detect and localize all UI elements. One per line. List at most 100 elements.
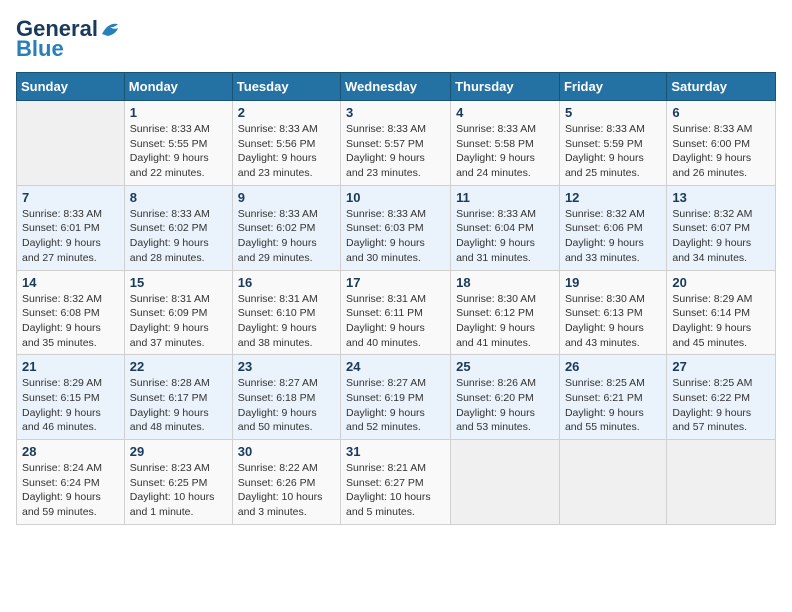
day-info: Sunrise: 8:21 AMSunset: 6:27 PMDaylight:… bbox=[346, 461, 445, 520]
day-number: 3 bbox=[346, 105, 445, 120]
calendar-cell: 2 Sunrise: 8:33 AMSunset: 5:56 PMDaylight… bbox=[232, 101, 340, 186]
calendar-cell: 6Sunrise: 8:33 AMSunset: 6:00 PMDaylight… bbox=[667, 101, 776, 186]
logo-blue: Blue bbox=[16, 36, 64, 62]
calendar-cell: 15Sunrise: 8:31 AMSunset: 6:09 PMDayligh… bbox=[124, 270, 232, 355]
day-number: 8 bbox=[130, 190, 227, 205]
day-info: Sunrise: 8:31 AMSunset: 6:10 PMDaylight:… bbox=[238, 292, 335, 351]
calendar-week-row: 7 Sunrise: 8:33 AMSunset: 6:01 PMDaylight… bbox=[17, 185, 776, 270]
calendar-cell: 21 Sunrise: 8:29 AMSunset: 6:15 PMDayligh… bbox=[17, 355, 125, 440]
calendar-cell: 17Sunrise: 8:31 AMSunset: 6:11 PMDayligh… bbox=[341, 270, 451, 355]
day-number: 28 bbox=[22, 444, 119, 459]
calendar-cell: 23Sunrise: 8:27 AMSunset: 6:18 PMDayligh… bbox=[232, 355, 340, 440]
day-number: 11 bbox=[456, 190, 554, 205]
calendar-cell: 30 Sunrise: 8:22 AMSunset: 6:26 PMDayligh… bbox=[232, 440, 340, 525]
calendar-cell: 10 Sunrise: 8:33 AMSunset: 6:03 PMDayligh… bbox=[341, 185, 451, 270]
calendar-cell: 13Sunrise: 8:32 AMSunset: 6:07 PMDayligh… bbox=[667, 185, 776, 270]
day-number: 10 bbox=[346, 190, 445, 205]
day-number: 16 bbox=[238, 275, 335, 290]
day-info: Sunrise: 8:28 AMSunset: 6:17 PMDaylight:… bbox=[130, 376, 227, 435]
weekday-header-wednesday: Wednesday bbox=[341, 73, 451, 101]
day-info: Sunrise: 8:30 AMSunset: 6:13 PMDaylight:… bbox=[565, 292, 661, 351]
day-number: 25 bbox=[456, 359, 554, 374]
day-info: Sunrise: 8:26 AMSunset: 6:20 PMDaylight:… bbox=[456, 376, 554, 435]
day-info: Sunrise: 8:27 AMSunset: 6:18 PMDaylight:… bbox=[238, 376, 335, 435]
calendar-cell bbox=[667, 440, 776, 525]
day-number: 9 bbox=[238, 190, 335, 205]
calendar-cell: 16 Sunrise: 8:31 AMSunset: 6:10 PMDayligh… bbox=[232, 270, 340, 355]
day-info: Sunrise: 8:31 AMSunset: 6:09 PMDaylight:… bbox=[130, 292, 227, 351]
day-number: 7 bbox=[22, 190, 119, 205]
day-info: Sunrise: 8:31 AMSunset: 6:11 PMDaylight:… bbox=[346, 292, 445, 351]
calendar-cell: 8 Sunrise: 8:33 AMSunset: 6:02 PMDaylight… bbox=[124, 185, 232, 270]
day-info: Sunrise: 8:24 AMSunset: 6:24 PMDaylight:… bbox=[22, 461, 119, 520]
calendar-cell: 28 Sunrise: 8:24 AMSunset: 6:24 PMDayligh… bbox=[17, 440, 125, 525]
logo-bird-icon bbox=[100, 20, 122, 38]
weekday-header-saturday: Saturday bbox=[667, 73, 776, 101]
calendar-week-row: 1Sunrise: 8:33 AMSunset: 5:55 PMDaylight… bbox=[17, 101, 776, 186]
day-info: Sunrise: 8:33 AMSunset: 6:02 PMDaylight:… bbox=[238, 207, 335, 266]
day-number: 4 bbox=[456, 105, 554, 120]
day-info: Sunrise: 8:33 AMSunset: 6:04 PMDaylight:… bbox=[456, 207, 554, 266]
calendar-cell: 31 Sunrise: 8:21 AMSunset: 6:27 PMDayligh… bbox=[341, 440, 451, 525]
calendar-week-row: 21 Sunrise: 8:29 AMSunset: 6:15 PMDayligh… bbox=[17, 355, 776, 440]
day-info: Sunrise: 8:33 AMSunset: 6:03 PMDaylight:… bbox=[346, 207, 445, 266]
calendar-cell bbox=[17, 101, 125, 186]
calendar-cell: 11 Sunrise: 8:33 AMSunset: 6:04 PMDayligh… bbox=[451, 185, 560, 270]
calendar-cell: 14 Sunrise: 8:32 AMSunset: 6:08 PMDayligh… bbox=[17, 270, 125, 355]
day-number: 30 bbox=[238, 444, 335, 459]
day-number: 29 bbox=[130, 444, 227, 459]
day-number: 27 bbox=[672, 359, 770, 374]
day-info: Sunrise: 8:32 AMSunset: 6:08 PMDaylight:… bbox=[22, 292, 119, 351]
day-info: Sunrise: 8:22 AMSunset: 6:26 PMDaylight:… bbox=[238, 461, 335, 520]
day-number: 26 bbox=[565, 359, 661, 374]
day-number: 13 bbox=[672, 190, 770, 205]
weekday-header-thursday: Thursday bbox=[451, 73, 560, 101]
weekday-header-sunday: Sunday bbox=[17, 73, 125, 101]
calendar-cell: 12 Sunrise: 8:32 AMSunset: 6:06 PMDayligh… bbox=[559, 185, 666, 270]
calendar-cell: 9 Sunrise: 8:33 AMSunset: 6:02 PMDaylight… bbox=[232, 185, 340, 270]
calendar-cell: 20Sunrise: 8:29 AMSunset: 6:14 PMDayligh… bbox=[667, 270, 776, 355]
calendar-cell bbox=[559, 440, 666, 525]
day-number: 19 bbox=[565, 275, 661, 290]
calendar-cell: 29 Sunrise: 8:23 AMSunset: 6:25 PMDayligh… bbox=[124, 440, 232, 525]
day-info: Sunrise: 8:33 AMSunset: 6:01 PMDaylight:… bbox=[22, 207, 119, 266]
day-info: Sunrise: 8:33 AMSunset: 5:56 PMDaylight:… bbox=[238, 122, 335, 181]
day-number: 18 bbox=[456, 275, 554, 290]
day-info: Sunrise: 8:33 AMSunset: 5:57 PMDaylight:… bbox=[346, 122, 445, 181]
weekday-header-friday: Friday bbox=[559, 73, 666, 101]
day-info: Sunrise: 8:32 AMSunset: 6:06 PMDaylight:… bbox=[565, 207, 661, 266]
weekday-header-row: SundayMondayTuesdayWednesdayThursdayFrid… bbox=[17, 73, 776, 101]
day-info: Sunrise: 8:33 AMSunset: 5:55 PMDaylight:… bbox=[130, 122, 227, 181]
calendar-cell: 5Sunrise: 8:33 AMSunset: 5:59 PMDaylight… bbox=[559, 101, 666, 186]
day-info: Sunrise: 8:33 AMSunset: 6:02 PMDaylight:… bbox=[130, 207, 227, 266]
day-number: 22 bbox=[130, 359, 227, 374]
weekday-header-monday: Monday bbox=[124, 73, 232, 101]
calendar-cell: 22 Sunrise: 8:28 AMSunset: 6:17 PMDayligh… bbox=[124, 355, 232, 440]
day-info: Sunrise: 8:23 AMSunset: 6:25 PMDaylight:… bbox=[130, 461, 227, 520]
weekday-header-tuesday: Tuesday bbox=[232, 73, 340, 101]
calendar-cell: 4 Sunrise: 8:33 AMSunset: 5:58 PMDaylight… bbox=[451, 101, 560, 186]
calendar-cell: 25 Sunrise: 8:26 AMSunset: 6:20 PMDayligh… bbox=[451, 355, 560, 440]
calendar-cell: 27 Sunrise: 8:25 AMSunset: 6:22 PMDayligh… bbox=[667, 355, 776, 440]
day-info: Sunrise: 8:29 AMSunset: 6:15 PMDaylight:… bbox=[22, 376, 119, 435]
day-info: Sunrise: 8:33 AMSunset: 5:58 PMDaylight:… bbox=[456, 122, 554, 181]
calendar-cell: 1Sunrise: 8:33 AMSunset: 5:55 PMDaylight… bbox=[124, 101, 232, 186]
calendar-cell: 26 Sunrise: 8:25 AMSunset: 6:21 PMDayligh… bbox=[559, 355, 666, 440]
day-number: 31 bbox=[346, 444, 445, 459]
day-number: 21 bbox=[22, 359, 119, 374]
day-number: 20 bbox=[672, 275, 770, 290]
calendar-cell bbox=[451, 440, 560, 525]
day-info: Sunrise: 8:25 AMSunset: 6:21 PMDaylight:… bbox=[565, 376, 661, 435]
page-header: General Blue bbox=[16, 16, 776, 62]
day-info: Sunrise: 8:33 AMSunset: 6:00 PMDaylight:… bbox=[672, 122, 770, 181]
calendar-cell: 7 Sunrise: 8:33 AMSunset: 6:01 PMDaylight… bbox=[17, 185, 125, 270]
day-number: 24 bbox=[346, 359, 445, 374]
calendar-cell: 3 Sunrise: 8:33 AMSunset: 5:57 PMDaylight… bbox=[341, 101, 451, 186]
calendar-week-row: 28 Sunrise: 8:24 AMSunset: 6:24 PMDayligh… bbox=[17, 440, 776, 525]
day-number: 12 bbox=[565, 190, 661, 205]
day-number: 2 bbox=[238, 105, 335, 120]
day-info: Sunrise: 8:25 AMSunset: 6:22 PMDaylight:… bbox=[672, 376, 770, 435]
day-number: 14 bbox=[22, 275, 119, 290]
day-info: Sunrise: 8:33 AMSunset: 5:59 PMDaylight:… bbox=[565, 122, 661, 181]
calendar-cell: 24Sunrise: 8:27 AMSunset: 6:19 PMDayligh… bbox=[341, 355, 451, 440]
